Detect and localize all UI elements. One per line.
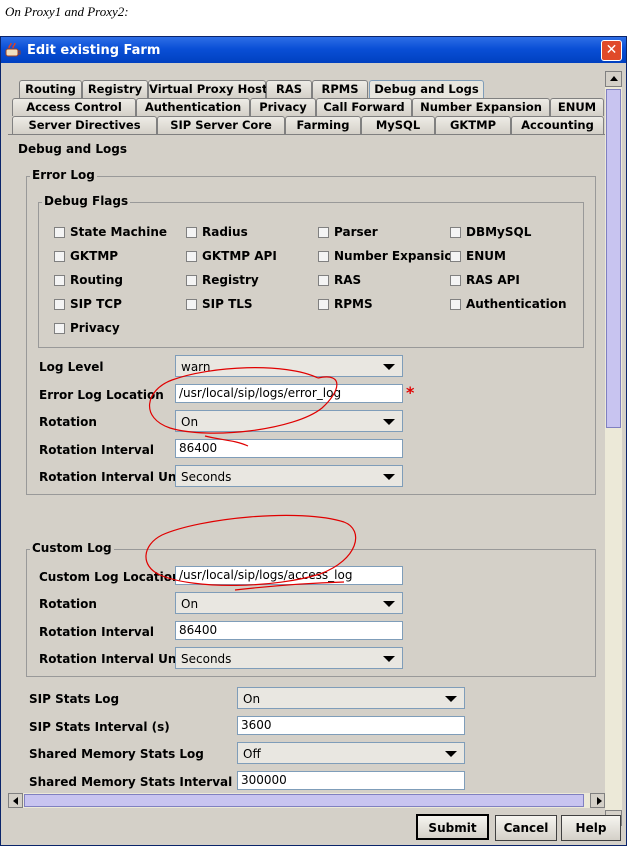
scroll-up-button[interactable]	[605, 71, 622, 87]
checkbox-enum[interactable]: ENUM	[450, 248, 506, 264]
checkbox-parser[interactable]: Parser	[318, 224, 378, 240]
horizontal-scroll-thumb[interactable]	[24, 794, 584, 807]
tab-access-control[interactable]: Access Control	[12, 98, 136, 116]
checkbox-ras-api[interactable]: RAS API	[450, 272, 520, 288]
chevron-down-icon	[383, 656, 395, 662]
checkbox-privacy[interactable]: Privacy	[54, 320, 120, 336]
java-app-icon	[5, 42, 21, 58]
arrow-up-icon	[610, 76, 618, 81]
chevron-down-icon	[445, 751, 457, 757]
checkbox-number-expansion[interactable]: Number Expansion	[318, 248, 461, 264]
tab-debug-and-logs[interactable]: Debug and Logs	[369, 80, 484, 98]
error-rotation-label: Rotation	[39, 415, 97, 429]
required-star-icon: *	[406, 383, 415, 402]
edit-farm-dialog: Edit existing Farm ✕ Routing Registry Vi…	[0, 36, 627, 846]
tab-row-2: Access Control Authentication Privacy Ca…	[8, 98, 605, 116]
cancel-button[interactable]: Cancel	[495, 815, 557, 841]
arrow-right-icon	[597, 797, 602, 805]
close-icon: ✕	[605, 42, 618, 58]
custom-rotation-interval-label: Rotation Interval	[39, 625, 154, 639]
sip-stats-interval-label: SIP Stats Interval (s)	[29, 720, 170, 734]
error-log-location-label: Error Log Location	[39, 388, 164, 402]
checkbox-sip-tcp[interactable]: SIP TCP	[54, 296, 122, 312]
checkbox-dbmysql[interactable]: DBMySQL	[450, 224, 531, 240]
scroll-right-button[interactable]	[590, 793, 605, 808]
tab-server-directives[interactable]: Server Directives	[12, 116, 157, 134]
error-log-location-input[interactable]: /usr/local/sip/logs/error_log	[175, 384, 403, 403]
scroll-content: Routing Registry Virtual Proxy Host RAS …	[8, 71, 605, 793]
chevron-down-icon	[383, 474, 395, 480]
chevron-down-icon	[445, 696, 457, 702]
sip-stats-log-label: SIP Stats Log	[29, 692, 120, 706]
debug-flags-legend: Debug Flags	[42, 194, 131, 208]
tab-routing[interactable]: Routing	[19, 80, 82, 98]
error-rotation-interval-input[interactable]: 86400	[175, 439, 403, 458]
checkbox-ras[interactable]: RAS	[318, 272, 361, 288]
shm-stats-interval-input[interactable]: 300000	[237, 771, 465, 790]
checkbox-radius[interactable]: Radius	[186, 224, 248, 240]
checkbox-routing[interactable]: Routing	[54, 272, 123, 288]
custom-log-legend: Custom Log	[30, 541, 114, 555]
tab-enum[interactable]: ENUM	[550, 98, 604, 116]
error-rotation-units-select[interactable]: Seconds	[175, 465, 403, 487]
log-level-label: Log Level	[39, 360, 104, 374]
help-button[interactable]: Help	[561, 815, 621, 841]
custom-rotation-interval-input[interactable]: 86400	[175, 621, 403, 640]
tab-virtual-proxy-host[interactable]: Virtual Proxy Host	[148, 80, 268, 98]
tab-farming[interactable]: Farming	[285, 116, 361, 134]
tab-row-3: Server Directives SIP Server Core Farmin…	[8, 116, 605, 134]
custom-rotation-units-label: Rotation Interval Units	[39, 652, 194, 666]
document-caption: On Proxy1 and Proxy2:	[5, 4, 129, 19]
chevron-down-icon	[383, 601, 395, 607]
shm-stats-interval-label: Shared Memory Stats Interval (ms)	[29, 775, 268, 789]
custom-rotation-select[interactable]: On	[175, 592, 403, 614]
close-button[interactable]: ✕	[601, 40, 622, 61]
vertical-scrollbar[interactable]	[605, 71, 622, 826]
checkbox-rpms[interactable]: RPMS	[318, 296, 373, 312]
log-level-select[interactable]: warn	[175, 355, 403, 377]
tab-call-forward[interactable]: Call Forward	[316, 98, 412, 116]
scroll-left-button[interactable]	[8, 793, 23, 808]
checkbox-authentication[interactable]: Authentication	[450, 296, 567, 312]
checkbox-registry[interactable]: Registry	[186, 272, 259, 288]
shm-stats-log-label: Shared Memory Stats Log	[29, 747, 204, 761]
tab-authentication[interactable]: Authentication	[136, 98, 250, 116]
sip-stats-interval-input[interactable]: 3600	[237, 716, 465, 735]
submit-button[interactable]: Submit	[416, 814, 489, 840]
chevron-down-icon	[383, 419, 395, 425]
custom-rotation-label: Rotation	[39, 597, 97, 611]
checkbox-state-machine[interactable]: State Machine	[54, 224, 167, 240]
horizontal-scrollbar[interactable]	[8, 793, 605, 808]
error-rotation-select[interactable]: On	[175, 410, 403, 432]
vertical-scroll-thumb[interactable]	[606, 89, 621, 428]
error-rotation-interval-label: Rotation Interval	[39, 443, 154, 457]
tab-row-1: Routing Registry Virtual Proxy Host RAS …	[8, 80, 605, 98]
tab-mysql[interactable]: MySQL	[361, 116, 435, 134]
checkbox-sip-tls[interactable]: SIP TLS	[186, 296, 253, 312]
tab-ras[interactable]: RAS	[266, 80, 312, 98]
tab-rpms[interactable]: RPMS	[312, 80, 368, 98]
chevron-down-icon	[383, 364, 395, 370]
panel-title: Debug and Logs	[18, 142, 128, 156]
checkbox-gktmp[interactable]: GKTMP	[54, 248, 118, 264]
custom-rotation-units-select[interactable]: Seconds	[175, 647, 403, 669]
tab-gktmp[interactable]: GKTMP	[435, 116, 511, 134]
tab-number-expansion[interactable]: Number Expansion	[412, 98, 550, 116]
tab-registry[interactable]: Registry	[82, 80, 148, 98]
custom-log-location-input[interactable]: /usr/local/sip/logs/access_log	[175, 566, 403, 585]
dialog-title: Edit existing Farm	[27, 43, 161, 58]
sip-stats-log-select[interactable]: On	[237, 687, 465, 709]
arrow-left-icon	[13, 797, 18, 805]
shm-stats-log-select[interactable]: Off	[237, 742, 465, 764]
tab-sip-server-core[interactable]: SIP Server Core	[157, 116, 285, 134]
error-log-legend: Error Log	[30, 168, 97, 182]
dialog-titlebar[interactable]: Edit existing Farm ✕	[1, 37, 626, 63]
tab-accounting[interactable]: Accounting	[511, 116, 604, 134]
tab-underline	[8, 134, 605, 135]
custom-log-location-label: Custom Log Location	[39, 570, 181, 584]
tab-privacy[interactable]: Privacy	[250, 98, 316, 116]
checkbox-gktmp-api[interactable]: GKTMP API	[186, 248, 277, 264]
error-rotation-units-label: Rotation Interval Units	[39, 470, 194, 484]
